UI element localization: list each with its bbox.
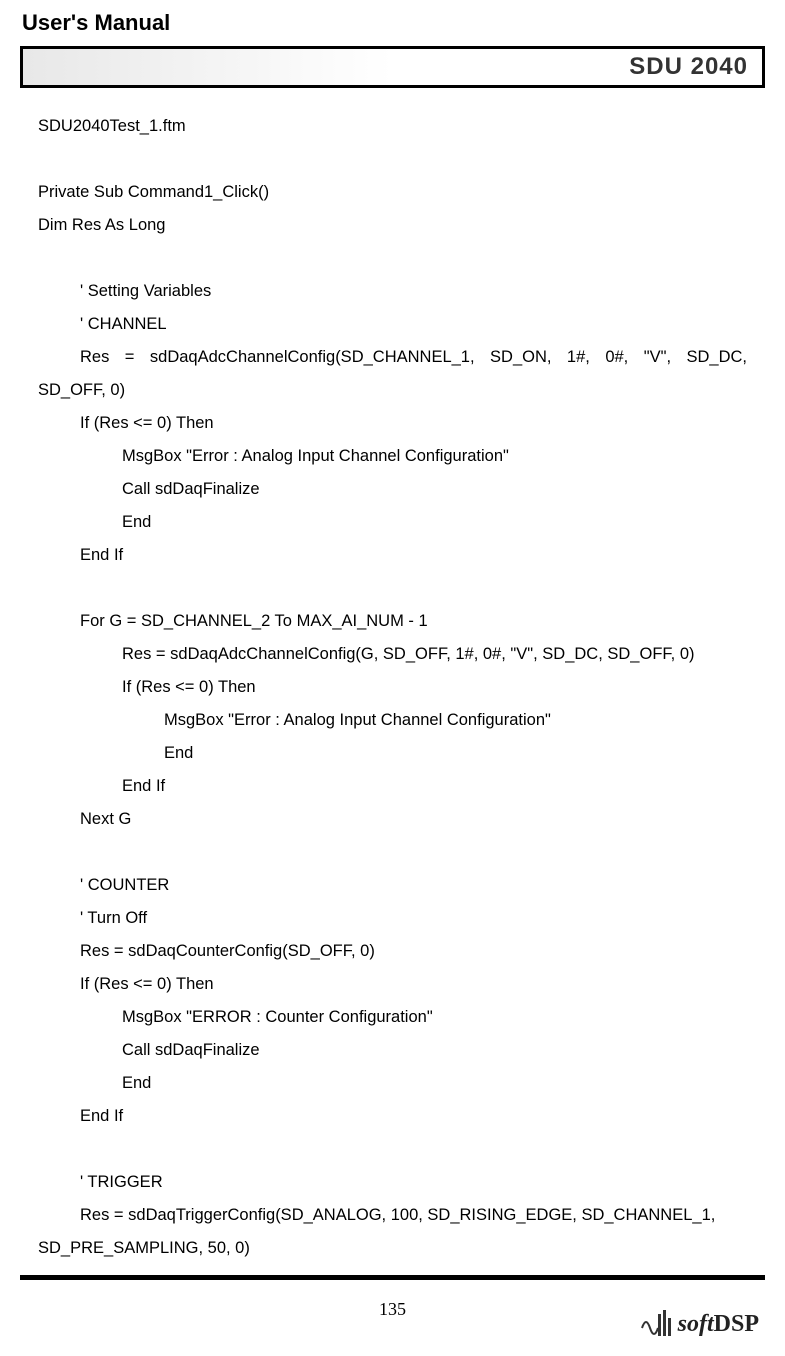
code-line: ' CHANNEL <box>38 308 747 341</box>
blank-line <box>38 1133 747 1166</box>
code-line: Res = sdDaqAdcChannelConfig(G, SD_OFF, 1… <box>38 638 747 671</box>
code-content: SDU2040Test_1.ftm Private Sub Command1_C… <box>20 88 765 1265</box>
blank-line <box>38 242 747 275</box>
blank-line <box>38 143 747 176</box>
title-box-text: SDU 2040 <box>629 53 748 81</box>
blank-line <box>38 836 747 869</box>
code-line: ' TRIGGER <box>38 1166 747 1199</box>
code-line: Res = sdDaqTriggerConfig(SD_ANALOG, 100,… <box>38 1199 747 1232</box>
code-line: End <box>38 1067 747 1100</box>
logo-text: softDSP <box>678 1311 759 1338</box>
logo-soft: soft <box>678 1311 714 1337</box>
code-line: SD_OFF, 0) <box>38 374 747 407</box>
footer-divider <box>20 1275 765 1280</box>
code-line: SDU2040Test_1.ftm <box>38 110 747 143</box>
brand-logo: softDSP <box>640 1308 759 1338</box>
code-line: ' COUNTER <box>38 869 747 902</box>
code-line: SD_PRE_SAMPLING, 50, 0) <box>38 1232 747 1265</box>
code-line: Dim Res As Long <box>38 209 747 242</box>
title-box: SDU 2040 <box>20 46 765 88</box>
code-line: End If <box>38 1100 747 1133</box>
code-line: MsgBox "Error : Analog Input Channel Con… <box>38 704 747 737</box>
code-line: For G = SD_CHANNEL_2 To MAX_AI_NUM - 1 <box>38 605 747 638</box>
code-line: End <box>38 737 747 770</box>
code-line: Call sdDaqFinalize <box>38 1034 747 1067</box>
code-line: If (Res <= 0) Then <box>38 671 747 704</box>
code-line: End <box>38 506 747 539</box>
waveform-bars-icon <box>640 1308 674 1338</box>
page-header-title: User's Manual <box>22 10 765 36</box>
code-line: MsgBox "Error : Analog Input Channel Con… <box>38 440 747 473</box>
code-line: MsgBox "ERROR : Counter Configuration" <box>38 1001 747 1034</box>
code-line: ' Turn Off <box>38 902 747 935</box>
code-line: Next G <box>38 803 747 836</box>
code-line: If (Res <= 0) Then <box>38 968 747 1001</box>
code-line: End If <box>38 770 747 803</box>
code-line: Res = sdDaqCounterConfig(SD_OFF, 0) <box>38 935 747 968</box>
logo-dsp: DSP <box>714 1311 759 1337</box>
blank-line <box>38 572 747 605</box>
code-line: Call sdDaqFinalize <box>38 473 747 506</box>
code-line: If (Res <= 0) Then <box>38 407 747 440</box>
code-line: End If <box>38 539 747 572</box>
code-line: Res = sdDaqAdcChannelConfig(SD_CHANNEL_1… <box>38 341 747 374</box>
code-line: Private Sub Command1_Click() <box>38 176 747 209</box>
code-line: ' Setting Variables <box>38 275 747 308</box>
